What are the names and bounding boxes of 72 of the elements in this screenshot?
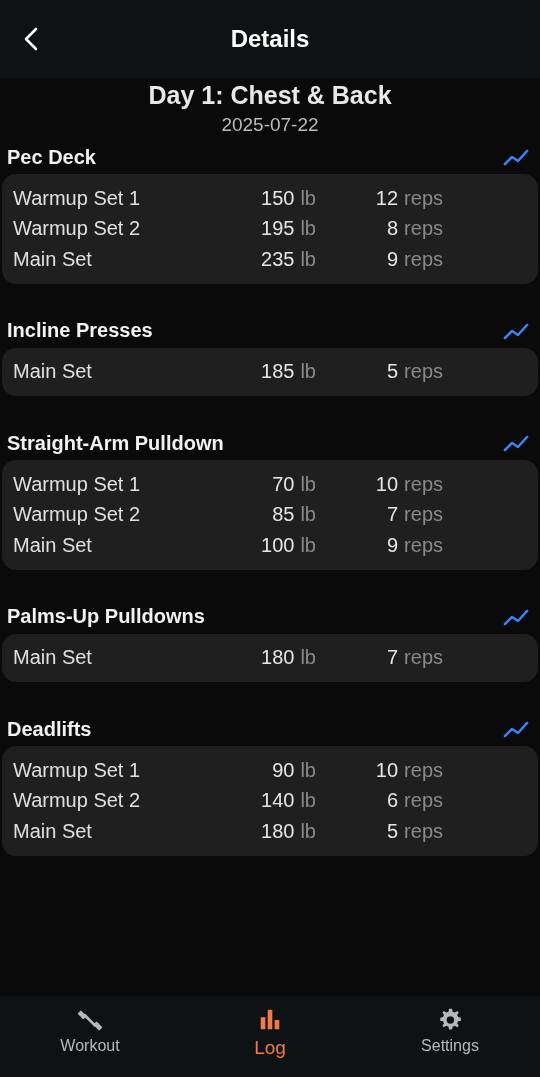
workout-date: 2025-07-22 bbox=[220, 113, 320, 137]
reps-unit: reps bbox=[404, 472, 443, 495]
trend-chart-icon[interactable] bbox=[503, 607, 529, 626]
set-label: Main Set bbox=[13, 819, 93, 843]
weight-value: 180 bbox=[261, 646, 295, 669]
weight-value: 185 bbox=[261, 360, 295, 383]
weight-value: 140 bbox=[261, 789, 295, 812]
weight-unit: lb bbox=[300, 819, 316, 842]
weight-unit: lb bbox=[300, 646, 316, 669]
set-label: Main Set bbox=[13, 247, 93, 271]
trend-chart-icon[interactable] bbox=[503, 434, 529, 452]
reps-unit: reps bbox=[404, 503, 443, 526]
exercise-name: Palms-Up Pulldowns bbox=[7, 605, 205, 628]
exercise-name: Pec Deck bbox=[7, 145, 96, 169]
reps-value: 5 bbox=[386, 360, 399, 383]
reps-unit: reps bbox=[404, 758, 443, 781]
reps-unit: reps bbox=[404, 217, 443, 240]
set-label: Warmup Set 1 bbox=[13, 758, 142, 782]
weight-value: 180 bbox=[261, 819, 295, 842]
reps-value: 8 bbox=[386, 217, 399, 240]
weight-unit: lb bbox=[300, 472, 316, 495]
weight-unit: lb bbox=[300, 186, 316, 209]
exercise-name: Incline Presses bbox=[7, 319, 153, 342]
reps-unit: reps bbox=[404, 819, 443, 842]
back-icon[interactable] bbox=[24, 27, 38, 51]
reps-value: 12 bbox=[375, 186, 399, 209]
trend-chart-icon[interactable] bbox=[503, 720, 529, 738]
set-label: Warmup Set 1 bbox=[13, 186, 142, 210]
reps-unit: reps bbox=[404, 186, 443, 209]
weight-value: 150 bbox=[261, 186, 295, 209]
reps-value: 5 bbox=[386, 819, 399, 842]
weight-unit: lb bbox=[300, 503, 316, 526]
reps-unit: reps bbox=[404, 360, 443, 383]
set-label: Warmup Set 2 bbox=[13, 503, 142, 527]
workout-title: Day 1: Chest & Back bbox=[147, 80, 393, 110]
reps-value: 9 bbox=[386, 533, 399, 556]
weight-unit: lb bbox=[300, 533, 316, 556]
set-label: Warmup Set 2 bbox=[13, 217, 142, 241]
set-label: Main Set bbox=[13, 533, 93, 557]
tab[interactable]: Workout bbox=[0, 996, 180, 1077]
trend-chart-icon[interactable] bbox=[503, 321, 529, 340]
trend-chart-icon[interactable] bbox=[503, 148, 529, 166]
reps-value: 7 bbox=[386, 503, 399, 526]
screen-title: Details bbox=[230, 25, 310, 53]
set-label: Warmup Set 1 bbox=[13, 472, 142, 496]
reps-unit: reps bbox=[404, 789, 443, 812]
reps-value: 9 bbox=[386, 247, 399, 270]
reps-value: 10 bbox=[375, 472, 399, 495]
weight-unit: lb bbox=[300, 789, 316, 812]
reps-value: 7 bbox=[386, 646, 399, 669]
weight-value: 100 bbox=[261, 533, 295, 556]
weight-value: 85 bbox=[272, 503, 295, 526]
weight-value: 90 bbox=[272, 758, 295, 781]
tab[interactable]: Settings bbox=[360, 996, 540, 1077]
set-label: Warmup Set 2 bbox=[13, 789, 142, 813]
reps-unit: reps bbox=[404, 247, 443, 270]
reps-value: 10 bbox=[375, 758, 399, 781]
reps-value: 6 bbox=[386, 789, 399, 812]
reps-unit: reps bbox=[404, 646, 443, 669]
tab[interactable]: Log bbox=[180, 996, 360, 1077]
exercise-name: Deadlifts bbox=[7, 717, 92, 741]
reps-unit: reps bbox=[404, 533, 443, 556]
weight-unit: lb bbox=[300, 360, 316, 383]
weight-value: 235 bbox=[261, 247, 295, 270]
weight-value: 70 bbox=[272, 472, 295, 495]
weight-unit: lb bbox=[300, 247, 316, 270]
weight-unit: lb bbox=[300, 758, 316, 781]
weight-value: 195 bbox=[261, 217, 295, 240]
set-label: Main Set bbox=[13, 646, 93, 670]
set-label: Main Set bbox=[13, 360, 93, 384]
weight-unit: lb bbox=[300, 217, 316, 240]
exercise-name: Straight-Arm Pulldown bbox=[7, 431, 224, 455]
